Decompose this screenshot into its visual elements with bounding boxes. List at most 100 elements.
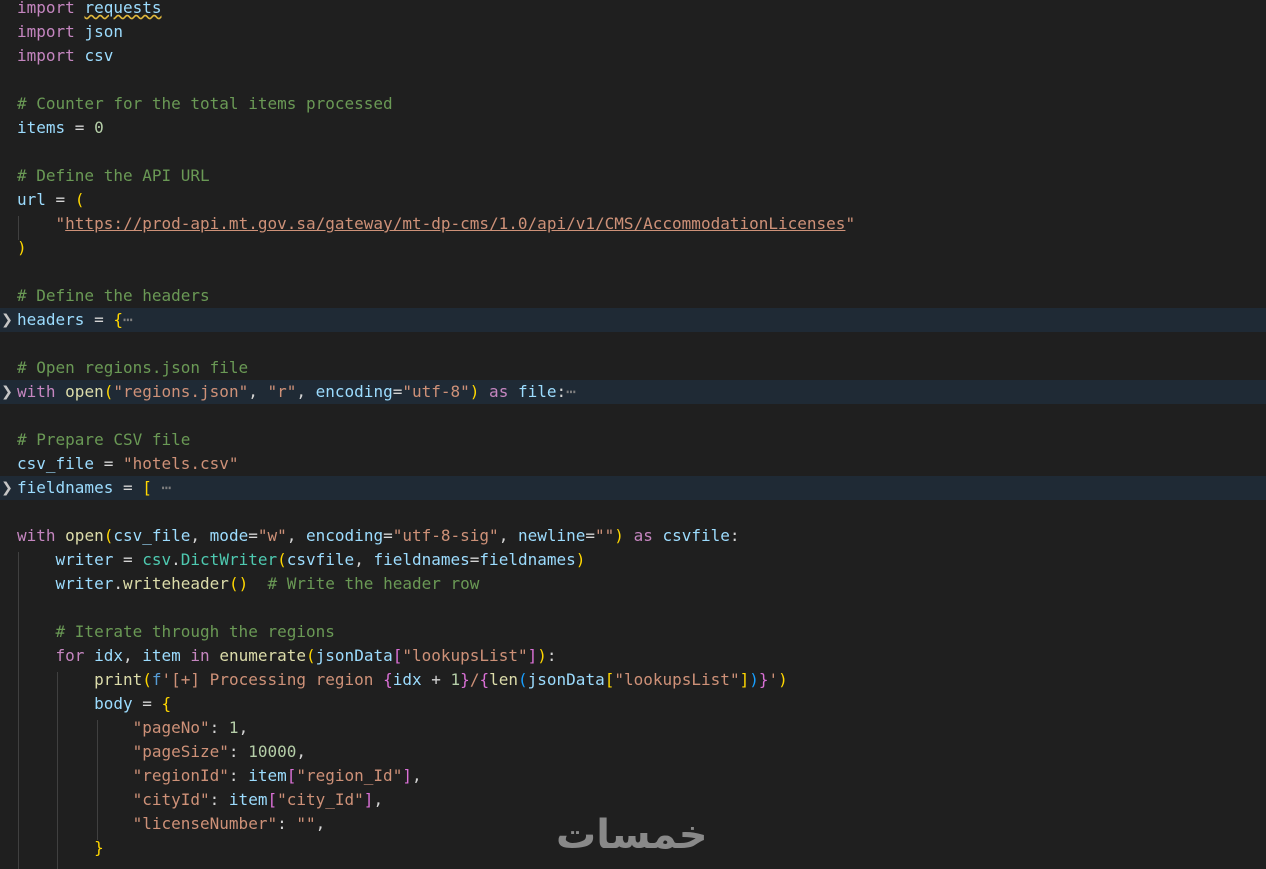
fstring-prefix-token: f <box>151 670 162 689</box>
variable-token: idx <box>392 670 422 689</box>
code-line[interactable]: import csv <box>0 44 1266 68</box>
code-line[interactable]: import requests <box>0 0 1266 20</box>
comment: # Counter for the total items processed <box>17 94 393 113</box>
comment: # Write the header row <box>267 574 480 593</box>
number-token: 10000 <box>248 742 297 761</box>
variable-token: body <box>94 694 133 713</box>
string-token: '[+] Processing region <box>161 670 384 689</box>
variable-token: item <box>228 790 268 809</box>
folded-code-line[interactable]: ❯ with open("regions.json", "r", encoding… <box>0 380 1266 404</box>
comma-token: , <box>190 526 210 545</box>
code-line[interactable]: url = ( <box>0 188 1266 212</box>
string-token: "regions.json" <box>113 382 249 401</box>
colon-token: : <box>209 718 229 737</box>
code-line[interactable]: print(f'[+] Processing region {idx + 1}/… <box>0 668 1266 692</box>
variable-token: item <box>142 646 181 665</box>
colon-token: : <box>277 814 297 833</box>
folded-ellipsis[interactable]: ⋯ <box>152 478 172 497</box>
chevron-right-icon[interactable]: ❯ <box>0 308 14 332</box>
bracket-token: () <box>228 574 249 593</box>
url-link[interactable]: https://prod-api.mt.gov.sa/gateway/mt-dp… <box>65 214 845 233</box>
bracket-token: ) <box>575 550 586 569</box>
code-line[interactable]: # Prepare CSV file <box>0 428 1266 452</box>
dot-token: . <box>113 574 123 593</box>
string-token: "r" <box>267 382 297 401</box>
string-token: " <box>55 214 66 233</box>
string-token: ' <box>768 670 779 689</box>
code-line[interactable]: "cityId": item["city_Id"], <box>0 788 1266 812</box>
folded-code-line[interactable]: ❯ fieldnames = [ ⋯ <box>0 476 1266 500</box>
module-token: requests <box>84 0 162 17</box>
function-token: open <box>65 382 104 401</box>
operator-token: = <box>392 382 403 401</box>
bracket-token: ) <box>537 646 547 665</box>
folded-code-line[interactable]: ❯ headers = {⋯ <box>0 308 1266 332</box>
function-token: print <box>94 670 143 689</box>
colon-token: : <box>228 766 249 785</box>
string-token: "" <box>595 526 615 545</box>
keyword-token: for <box>55 646 85 665</box>
code-line[interactable]: import json <box>0 20 1266 44</box>
operator-token: = <box>585 526 596 545</box>
parameter-token: mode <box>209 526 249 545</box>
code-line[interactable]: ) <box>0 236 1266 260</box>
operator-token: = <box>248 526 258 545</box>
code-line[interactable]: csv_file = "hotels.csv" <box>0 452 1266 476</box>
number-token: 0 <box>94 118 104 137</box>
string-token: "utf-8-sig" <box>392 526 499 545</box>
code-line[interactable]: # Iterate through the regions <box>0 620 1266 644</box>
string-token: "pageNo" <box>132 718 210 737</box>
code-line[interactable]: # Open regions.json file <box>0 356 1266 380</box>
variable-token: fieldnames <box>17 478 114 497</box>
code-line[interactable]: # Define the headers <box>0 284 1266 308</box>
code-line[interactable]: writer.writeheader() # Write the header … <box>0 572 1266 596</box>
folded-ellipsis[interactable]: ⋯ <box>566 382 576 401</box>
code-line[interactable]: # Counter for the total items processed <box>0 92 1266 116</box>
chevron-right-icon[interactable]: ❯ <box>0 476 14 500</box>
code-line[interactable]: "regionId": item["region_Id"], <box>0 764 1266 788</box>
variable-token: headers <box>17 310 85 329</box>
watermark-logo: خمسات <box>556 812 708 858</box>
bracket-token: } <box>758 670 769 689</box>
keyword-token: as <box>623 526 663 545</box>
comment: # Iterate through the regions <box>55 622 335 641</box>
bracket-token: ] <box>402 766 412 785</box>
chevron-right-icon[interactable]: ❯ <box>0 380 14 404</box>
comma-token: , <box>498 526 518 545</box>
code-line[interactable]: writer = csv.DictWriter(csvfile, fieldna… <box>0 548 1266 572</box>
code-line[interactable]: "pageNo": 1, <box>0 716 1266 740</box>
folded-ellipsis[interactable]: ⋯ <box>123 310 133 329</box>
keyword-token: with <box>17 526 56 545</box>
code-line[interactable]: items = 0 <box>0 116 1266 140</box>
code-editor[interactable]: import requests import json import csv #… <box>0 0 1266 869</box>
operator-token: = <box>113 478 143 497</box>
bracket-token: { <box>383 670 393 689</box>
code-line[interactable]: body = { <box>0 692 1266 716</box>
function-token: enumerate <box>219 646 307 665</box>
code-line[interactable]: "https://prod-api.mt.gov.sa/gateway/mt-d… <box>0 212 1266 236</box>
variable-token: writer <box>55 574 114 593</box>
bracket-token: [ <box>286 766 297 785</box>
operator-token: = <box>65 118 95 137</box>
operator-token: + <box>421 670 451 689</box>
variable-token: items <box>17 118 66 137</box>
variable-token: jsonData <box>315 646 393 665</box>
bracket-token: ) <box>749 670 759 689</box>
code-line[interactable]: with open(csv_file, mode="w", encoding="… <box>0 524 1266 548</box>
operator-token: = <box>94 454 123 473</box>
variable-token: idx <box>94 646 123 665</box>
bracket-token: { <box>161 694 172 713</box>
bracket-token: [ <box>267 790 278 809</box>
code-line[interactable]: "pageSize": 10000, <box>0 740 1266 764</box>
string-token: "hotels.csv" <box>122 454 239 473</box>
string-token: "pageSize" <box>132 742 229 761</box>
keyword-token: with <box>17 382 56 401</box>
operator-token: = <box>84 310 114 329</box>
string-token: "city_Id" <box>277 790 364 809</box>
string-token: / <box>469 670 480 689</box>
bracket-token: ( <box>306 646 316 665</box>
bracket-token: ) <box>614 526 624 545</box>
code-line[interactable]: # Define the API URL <box>0 164 1266 188</box>
code-line[interactable]: for idx, item in enumerate(jsonData["loo… <box>0 644 1266 668</box>
bracket-token: [ <box>604 670 615 689</box>
